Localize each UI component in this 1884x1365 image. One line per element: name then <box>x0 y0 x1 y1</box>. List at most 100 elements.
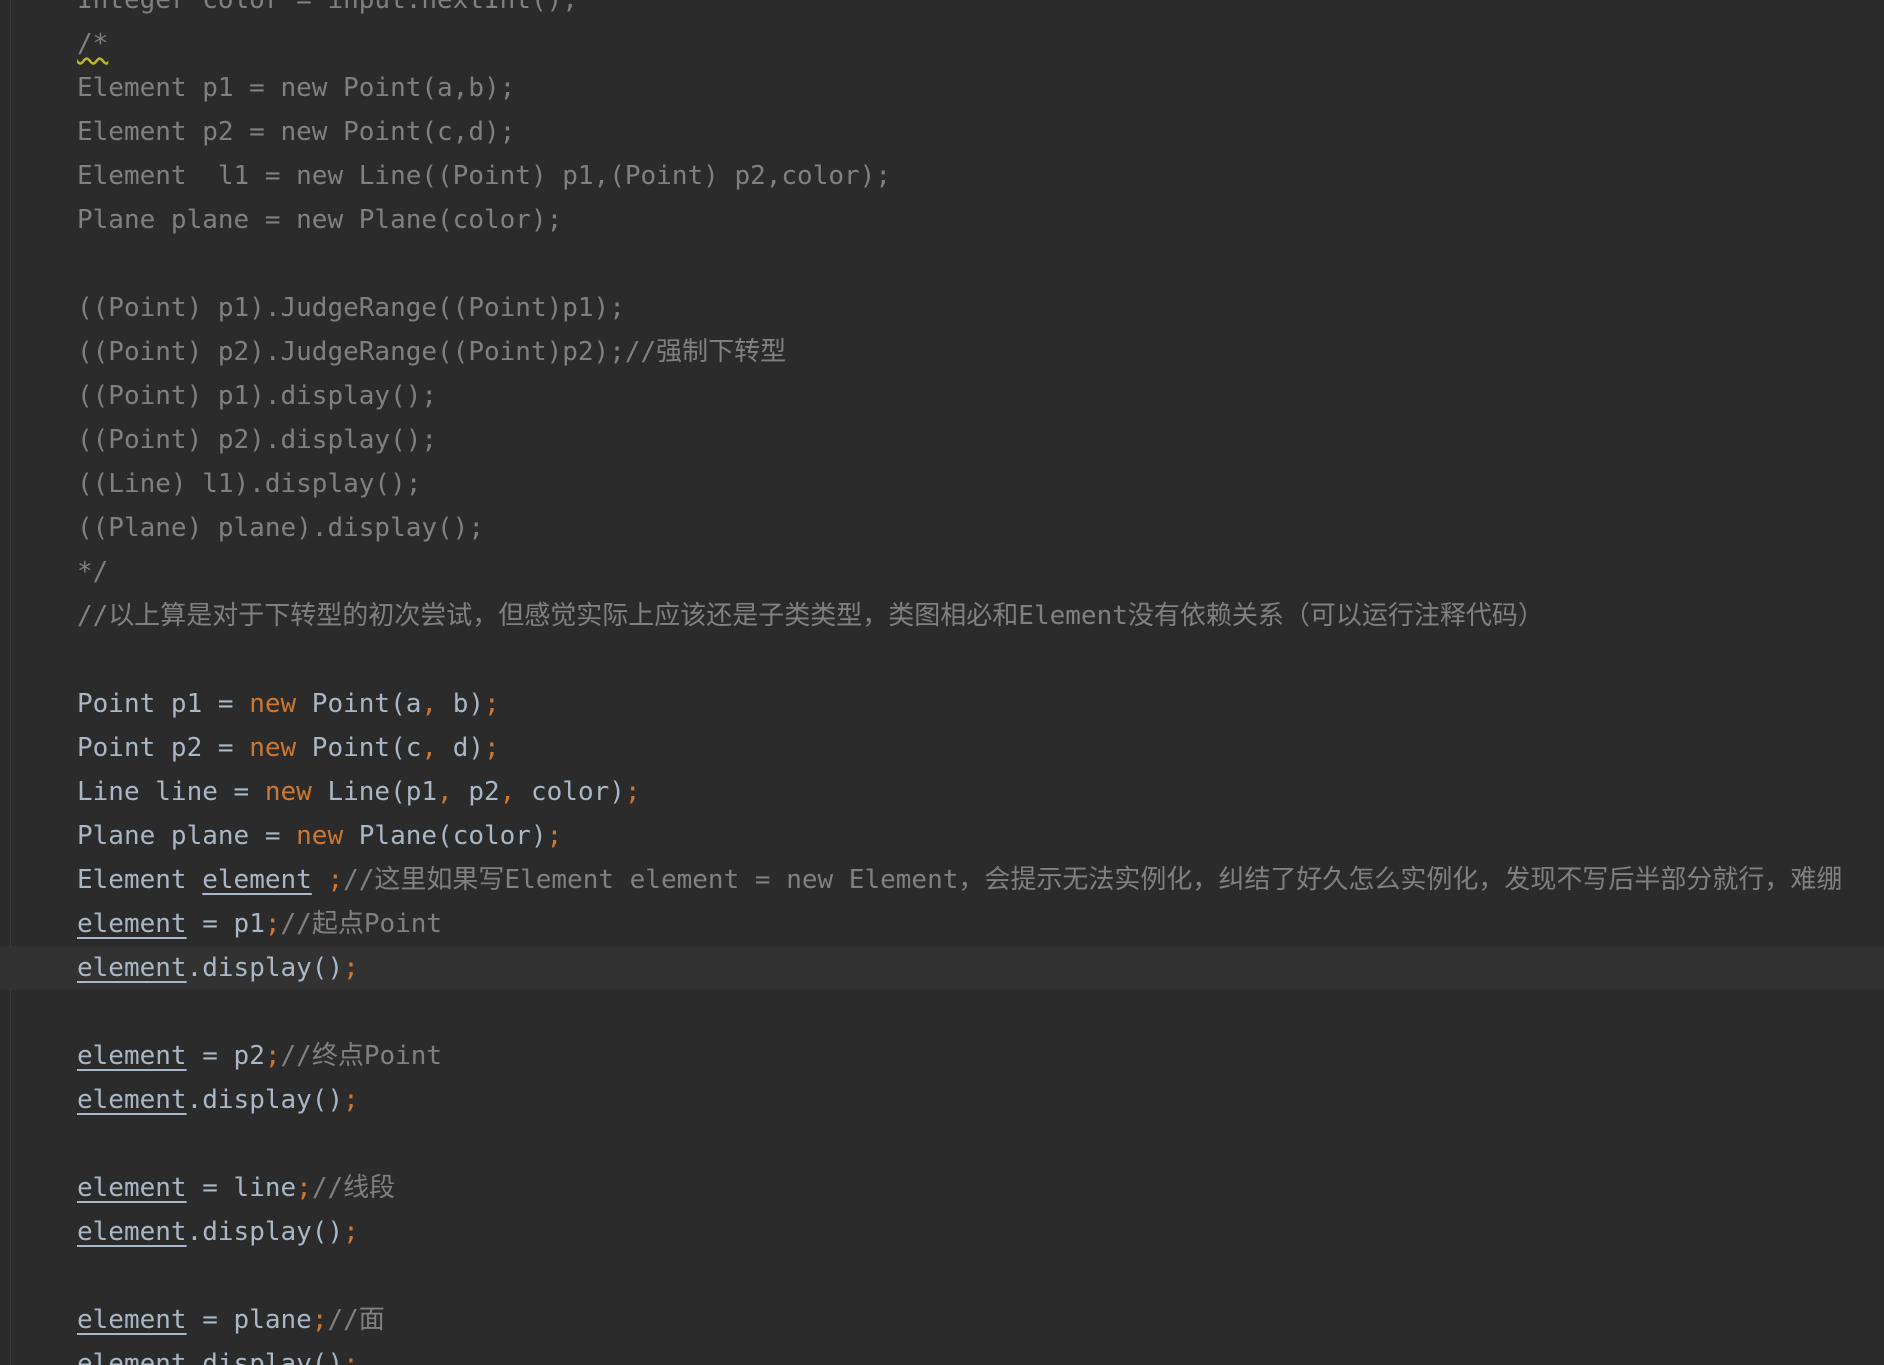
code-token: ; <box>484 733 500 763</box>
code-token: .display() <box>186 1349 344 1365</box>
code-token: ; <box>624 777 641 807</box>
code-token: Line line = <box>77 777 265 807</box>
code-token: ; <box>343 1085 359 1115</box>
code-editor[interactable]: Integer color = input.nextInt(); /* Elemen… <box>0 0 1884 1365</box>
code-line[interactable]: Element l1 = new Line((Point) p1,(Point)… <box>0 154 1884 198</box>
code-token: Point(c <box>296 733 422 763</box>
code-token: color) <box>515 777 625 807</box>
code-area[interactable]: Integer color = input.nextInt(); /* Elemen… <box>0 0 1884 1365</box>
code-token: ; <box>343 1349 359 1365</box>
code-token: Point p1 = <box>77 689 250 719</box>
variable-token: element <box>77 1085 187 1115</box>
code-line[interactable]: element = p2;//终点Point <box>0 1034 1884 1078</box>
variable-token: element <box>202 865 312 895</box>
variable-token: element <box>77 1217 187 1247</box>
comment-token: //面 <box>327 1305 385 1335</box>
code-line[interactable]: Point p2 = new Point(c, d); <box>0 726 1884 770</box>
keyword-token: new <box>249 733 297 763</box>
code-token: .display() <box>186 1217 344 1247</box>
comment-token: ((Point) p1).display(); <box>77 381 438 411</box>
code-token: Element <box>77 865 203 895</box>
code-token: Plane plane = <box>77 821 297 851</box>
variable-token: element <box>77 909 187 939</box>
code-line-current[interactable]: element.display(); <box>0 946 1884 990</box>
code-token: .display() <box>186 953 344 983</box>
code-line[interactable]: Line line = new Line(p1, p2, color); <box>0 770 1884 814</box>
code-line[interactable]: element.display(); <box>0 1210 1884 1254</box>
code-line[interactable]: element.display(); <box>0 1342 1884 1365</box>
comment-token: ((Plane) plane).display(); <box>77 513 484 543</box>
code-token: ; <box>484 689 500 719</box>
comment-token: //终点Point <box>280 1041 443 1071</box>
code-line[interactable] <box>0 1122 1884 1166</box>
keyword-token: new <box>264 777 312 807</box>
code-token: Point(a <box>296 689 422 719</box>
comment-token: */ <box>77 557 109 587</box>
comment-token: //这里如果写Element element = new Element，会提示… <box>343 865 1843 895</box>
code-token: ; <box>327 865 344 895</box>
code-line[interactable]: Plane plane = new Plane(color); <box>0 198 1884 242</box>
variable-token: element <box>77 1173 187 1203</box>
code-token: Point p2 = <box>77 733 250 763</box>
code-line[interactable]: */ <box>0 550 1884 594</box>
code-token: ; <box>546 821 563 851</box>
variable-token: element <box>77 953 187 983</box>
code-line[interactable]: Integer color = input.nextInt(); <box>0 0 1884 22</box>
comment-token: Element p1 = new Point(a,b); <box>77 73 516 103</box>
code-token: .display() <box>186 1085 344 1115</box>
code-line[interactable]: ((Point) p2).JudgeRange((Point)p2);//强制下… <box>0 330 1884 374</box>
code-line[interactable]: Element p1 = new Point(a,b); <box>0 66 1884 110</box>
code-line[interactable]: element.display(); <box>0 1078 1884 1122</box>
code-line[interactable]: ((Point) p1).display(); <box>0 374 1884 418</box>
variable-token: element <box>77 1349 187 1365</box>
comment-token: ((Point) p2).JudgeRange((Point)p2);//强制下… <box>77 337 787 367</box>
code-line[interactable]: Plane plane = new Plane(color); <box>0 814 1884 858</box>
code-token: ; <box>343 1217 359 1247</box>
code-token: ; <box>264 1041 281 1071</box>
code-line[interactable]: element = plane;//面 <box>0 1298 1884 1342</box>
code-token: ; <box>311 1305 328 1335</box>
comment-token: ((Point) p2).display(); <box>77 425 438 455</box>
code-line[interactable]: element = p1;//起点Point <box>0 902 1884 946</box>
code-token: d) <box>437 733 485 763</box>
comment-token: Element l1 = new Line((Point) p1,(Point)… <box>77 161 891 191</box>
code-line[interactable]: Element element ;//这里如果写Element element … <box>0 858 1884 902</box>
comment-token: //以上算是对于下转型的初次尝试，但感觉实际上应该还是子类类型，类图相必和Ele… <box>77 601 1544 631</box>
comment-token: ((Point) p1).JudgeRange((Point)p1); <box>77 293 625 323</box>
code-token: , <box>499 777 516 807</box>
code-token: = p2 <box>186 1041 265 1071</box>
code-line[interactable]: ((Line) l1).display(); <box>0 462 1884 506</box>
code-line[interactable]: element = line;//线段 <box>0 1166 1884 1210</box>
code-line[interactable] <box>0 1254 1884 1298</box>
code-token: ; <box>264 909 281 939</box>
code-token: , <box>437 777 453 807</box>
code-line[interactable]: /* <box>0 22 1884 66</box>
comment-token: Plane plane = new Plane(color); <box>77 205 563 235</box>
code-token: , <box>421 733 438 763</box>
code-line[interactable]: //以上算是对于下转型的初次尝试，但感觉实际上应该还是子类类型，类图相必和Ele… <box>0 594 1884 638</box>
comment-token: Element p2 = new Point(c,d); <box>77 117 516 147</box>
variable-token: element <box>77 1305 187 1335</box>
code-token: ; <box>296 1173 312 1203</box>
code-token: b) <box>437 689 485 719</box>
keyword-token: new <box>296 821 344 851</box>
code-line[interactable]: Element p2 = new Point(c,d); <box>0 110 1884 154</box>
variable-token: element <box>77 1041 187 1071</box>
code-line[interactable] <box>0 990 1884 1034</box>
comment-token: ((Line) l1).display(); <box>77 469 422 499</box>
code-token: = p1 <box>186 909 265 939</box>
code-line[interactable] <box>0 638 1884 682</box>
code-line[interactable]: ((Point) p1).JudgeRange((Point)p1); <box>0 286 1884 330</box>
code-token: , <box>421 689 438 719</box>
keyword-token: new <box>249 689 297 719</box>
code-line[interactable]: ((Point) p2).display(); <box>0 418 1884 462</box>
code-token: = plane <box>186 1305 312 1335</box>
comment-token: /* <box>77 29 109 59</box>
code-token: Plane(color) <box>343 821 547 851</box>
code-line[interactable]: Point p1 = new Point(a, b); <box>0 682 1884 726</box>
code-line[interactable] <box>0 242 1884 286</box>
code-line[interactable]: ((Plane) plane).display(); <box>0 506 1884 550</box>
comment-token: //起点Point <box>280 909 443 939</box>
code-token: ; <box>343 953 359 983</box>
